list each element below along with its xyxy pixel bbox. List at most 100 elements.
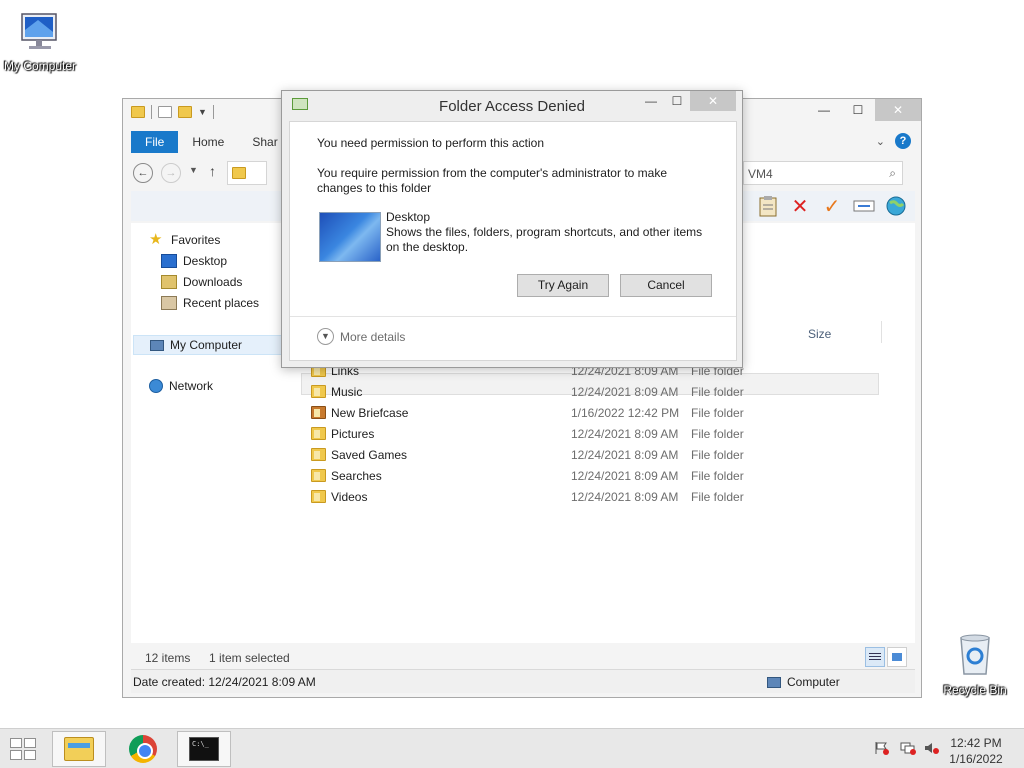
list-item[interactable]: Videos 12/24/2021 8:09 AM File folder	[303, 487, 903, 508]
file-name: Pictures	[331, 427, 375, 441]
nav-network-label: Network	[169, 379, 214, 393]
list-item[interactable]: Saved Games 12/24/2021 8:09 AM File fold…	[303, 445, 903, 466]
expand-ribbon-icon[interactable]: ⌄	[876, 135, 885, 148]
list-item[interactable]: Music 12/24/2021 8:09 AM File folder	[303, 382, 903, 403]
minimize-icon[interactable]: —	[807, 99, 841, 121]
new-folder-icon[interactable]	[178, 106, 192, 118]
details-view-icon[interactable]	[865, 647, 885, 667]
delete-icon[interactable]: ✕	[787, 193, 813, 219]
dialog-separator	[290, 316, 736, 317]
taskbar-clock[interactable]: 12:42 PM 1/16/2022	[946, 735, 1006, 767]
large-icons-view-icon[interactable]	[887, 647, 907, 667]
column-header-size[interactable]: Size	[808, 327, 831, 341]
folder-access-denied-dialog: Folder Access Denied — ☐ ✕ You need perm…	[281, 90, 743, 368]
taskbar-chrome[interactable]	[116, 731, 170, 767]
list-item[interactable]: New Briefcase 1/16/2022 12:42 PM File fo…	[303, 403, 903, 424]
qat-separator	[151, 105, 152, 119]
try-again-button[interactable]: Try Again	[517, 274, 609, 297]
file-type: File folder	[691, 490, 744, 504]
file-type: File folder	[691, 427, 744, 441]
view-buttons	[865, 647, 907, 667]
nav-favorites[interactable]: ★ Favorites	[149, 231, 221, 248]
rename-icon[interactable]	[851, 193, 877, 219]
my-computer-desktop-icon[interactable]: My Computer	[0, 10, 80, 73]
desktop-icon	[161, 254, 177, 268]
item-count: 12 items	[145, 651, 191, 665]
file-name: New Briefcase	[331, 406, 409, 420]
more-details-toggle[interactable]: ▼ More details	[317, 328, 405, 345]
recent-places-icon	[161, 296, 177, 310]
nav-recent-places[interactable]: Recent places	[161, 296, 259, 310]
location-indicator: Computer	[767, 675, 840, 689]
minimize-icon[interactable]: —	[638, 91, 664, 111]
action-center-flag-icon[interactable]	[874, 741, 890, 755]
explorer-window-controls: — ☐ ✕	[807, 99, 921, 121]
my-computer-label: My Computer	[3, 59, 77, 73]
help-icon[interactable]: ?	[895, 133, 911, 149]
folder-icon	[232, 167, 246, 179]
file-type: File folder	[691, 385, 744, 399]
item-description: Shows the files, folders, program shortc…	[386, 225, 703, 254]
nav-network[interactable]: Network	[149, 379, 213, 393]
clock-time: 12:42 PM	[950, 736, 1002, 750]
details-bar: Date created: 12/24/2021 8:09 AM Compute…	[131, 669, 915, 693]
network-status-icon[interactable]	[900, 741, 916, 755]
properties-icon[interactable]	[158, 106, 172, 118]
file-type: File folder	[691, 448, 744, 462]
nav-desktop[interactable]: Desktop	[161, 254, 227, 268]
back-icon[interactable]: ←	[133, 163, 153, 183]
search-folder-icon	[311, 469, 326, 482]
qat-dropdown-icon[interactable]: ▼	[198, 107, 207, 117]
status-bar: 12 items 1 item selected	[131, 647, 915, 667]
search-icon: ⌕	[889, 166, 896, 180]
file-type: File folder	[691, 406, 744, 420]
volume-muted-icon[interactable]	[924, 741, 940, 755]
toolbar-icons: ✕ ✓	[755, 193, 909, 219]
address-bar[interactable]	[227, 161, 267, 185]
list-item[interactable]: Searches 12/24/2021 8:09 AM File folder	[303, 466, 903, 487]
file-date: 12/24/2021 8:09 AM	[571, 385, 679, 399]
search-text: VM4	[748, 167, 773, 181]
clipboard-icon[interactable]	[755, 193, 781, 219]
nav-recent-places-label: Recent places	[183, 296, 260, 310]
windows-logo-icon	[24, 750, 36, 760]
tab-home[interactable]: Home	[178, 131, 238, 153]
taskbar-file-explorer[interactable]	[52, 731, 106, 767]
nav-downloads-label: Downloads	[183, 275, 243, 289]
windows-logo-icon	[10, 750, 22, 760]
nav-favorites-label: Favorites	[171, 233, 221, 247]
close-icon[interactable]: ✕	[690, 91, 736, 111]
maximize-icon[interactable]: ☐	[841, 99, 875, 121]
file-date: 12/24/2021 8:09 AM	[571, 427, 679, 441]
nav-my-computer-label: My Computer	[170, 338, 243, 352]
dialog-body: You need permission to perform this acti…	[289, 121, 737, 361]
forward-icon[interactable]: →	[161, 163, 181, 183]
dialog-titlebar: Folder Access Denied — ☐ ✕	[282, 91, 742, 121]
search-input[interactable]: VM4 ⌕	[743, 161, 903, 185]
recent-locations-icon[interactable]: ▼	[189, 165, 198, 175]
checkmark-icon[interactable]: ✓	[819, 193, 845, 219]
music-folder-icon	[311, 385, 326, 398]
file-type: File folder	[691, 469, 744, 483]
star-icon: ★	[149, 231, 163, 248]
globe-icon[interactable]	[883, 193, 909, 219]
selection-count: 1 item selected	[209, 651, 290, 665]
recycle-bin-desktop-icon[interactable]: Recycle Bin	[935, 630, 1015, 697]
column-divider[interactable]	[881, 321, 882, 343]
file-list: Links 12/24/2021 8:09 AM File folder Mus…	[303, 361, 903, 508]
file-explorer-icon	[64, 737, 94, 761]
maximize-icon[interactable]: ☐	[664, 91, 690, 111]
file-name: Videos	[331, 490, 368, 504]
nav-my-computer[interactable]: My Computer	[133, 335, 283, 355]
tab-file[interactable]: File	[131, 131, 179, 153]
item-name: Desktop	[386, 210, 431, 224]
file-date: 12/24/2021 8:09 AM	[571, 448, 679, 462]
file-date: 12/24/2021 8:09 AM	[571, 490, 679, 504]
cancel-button[interactable]: Cancel	[620, 274, 712, 297]
nav-downloads[interactable]: Downloads	[161, 275, 242, 289]
start-button[interactable]	[10, 738, 38, 762]
close-icon[interactable]: ✕	[875, 99, 921, 121]
taskbar-command-prompt[interactable]: C:\_	[177, 731, 231, 767]
list-item[interactable]: Pictures 12/24/2021 8:09 AM File folder	[303, 424, 903, 445]
up-arrow-icon[interactable]: ↑	[209, 163, 216, 179]
